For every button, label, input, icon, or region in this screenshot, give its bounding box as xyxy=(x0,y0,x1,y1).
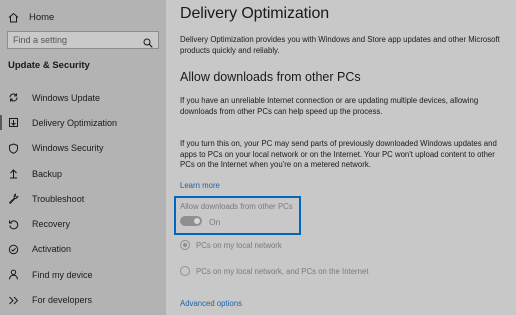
learn-more-link[interactable]: Learn more xyxy=(180,181,220,190)
activation-icon xyxy=(8,244,19,255)
sidebar-item-troubleshoot[interactable]: Troubleshoot xyxy=(0,186,166,211)
toggle-knob xyxy=(194,218,200,224)
toggle-label: Allow downloads from other PCs xyxy=(180,202,293,211)
sidebar-item-label: Troubleshoot xyxy=(32,193,85,204)
advanced-options-link[interactable]: Advanced options xyxy=(180,299,242,308)
radio-button[interactable] xyxy=(180,266,190,276)
sidebar-item-for-developers[interactable]: For developers xyxy=(0,287,166,312)
allow-downloads-toggle[interactable] xyxy=(180,216,202,226)
developer-icon xyxy=(8,295,19,306)
sidebar-item-label: Windows Update xyxy=(32,92,101,103)
radio-label: PCs on my local network xyxy=(196,240,282,250)
sidebar-item-delivery-optimization[interactable]: Delivery Optimization xyxy=(0,110,166,135)
sidebar-item-windows-update[interactable]: Windows Update xyxy=(0,85,166,110)
toggle-state: On xyxy=(209,217,221,227)
sidebar-item-label: Backup xyxy=(32,168,63,179)
section-heading: Allow downloads from other PCs xyxy=(180,70,361,84)
nav-list: Windows Update Delivery Optimization Win… xyxy=(0,85,166,313)
section-title: Update & Security xyxy=(8,60,90,71)
radio-button[interactable] xyxy=(180,240,190,250)
radio-local-network[interactable]: PCs on my local network xyxy=(180,240,282,250)
backup-icon xyxy=(8,168,19,179)
sidebar: Home Update & Security Windows Update De… xyxy=(0,0,166,315)
sidebar-item-windows-security[interactable]: Windows Security xyxy=(0,136,166,161)
sidebar-item-find-my-device[interactable]: Find my device xyxy=(0,262,166,287)
sidebar-item-recovery[interactable]: Recovery xyxy=(0,211,166,236)
sidebar-item-backup[interactable]: Backup xyxy=(0,161,166,186)
sidebar-item-activation[interactable]: Activation xyxy=(0,237,166,262)
sidebar-item-label: Windows Security xyxy=(32,143,104,154)
description-text: If you have an unreliable Internet conne… xyxy=(180,96,479,116)
sidebar-item-label: For developers xyxy=(32,295,93,306)
sidebar-item-label: Activation xyxy=(32,244,72,255)
radio-local-and-internet[interactable]: PCs on my local network, and PCs on the … xyxy=(180,266,368,276)
sidebar-item-label: Find my device xyxy=(32,269,93,280)
search-input[interactable] xyxy=(13,35,141,45)
intro-text: Delivery Optimization provides you with … xyxy=(180,35,500,55)
home-link[interactable]: Home xyxy=(8,9,54,25)
person-icon xyxy=(8,269,19,280)
home-label: Home xyxy=(29,11,55,23)
sidebar-item-label: Delivery Optimization xyxy=(32,117,118,128)
search-box[interactable] xyxy=(7,31,159,49)
wrench-icon xyxy=(8,193,19,205)
page-title: Delivery Optimization xyxy=(180,5,330,22)
recovery-icon xyxy=(8,219,19,230)
shield-icon xyxy=(8,143,19,154)
main-content: Delivery Optimization Delivery Optimizat… xyxy=(166,0,516,315)
warning-text: If you turn this on, your PC may send pa… xyxy=(180,139,497,170)
sidebar-item-label: Recovery xyxy=(32,219,71,230)
delivery-icon xyxy=(8,117,19,128)
radio-label: PCs on my local network, and PCs on the … xyxy=(196,266,369,276)
search-icon[interactable] xyxy=(143,35,153,48)
sync-icon xyxy=(8,92,19,103)
home-icon xyxy=(8,12,19,23)
